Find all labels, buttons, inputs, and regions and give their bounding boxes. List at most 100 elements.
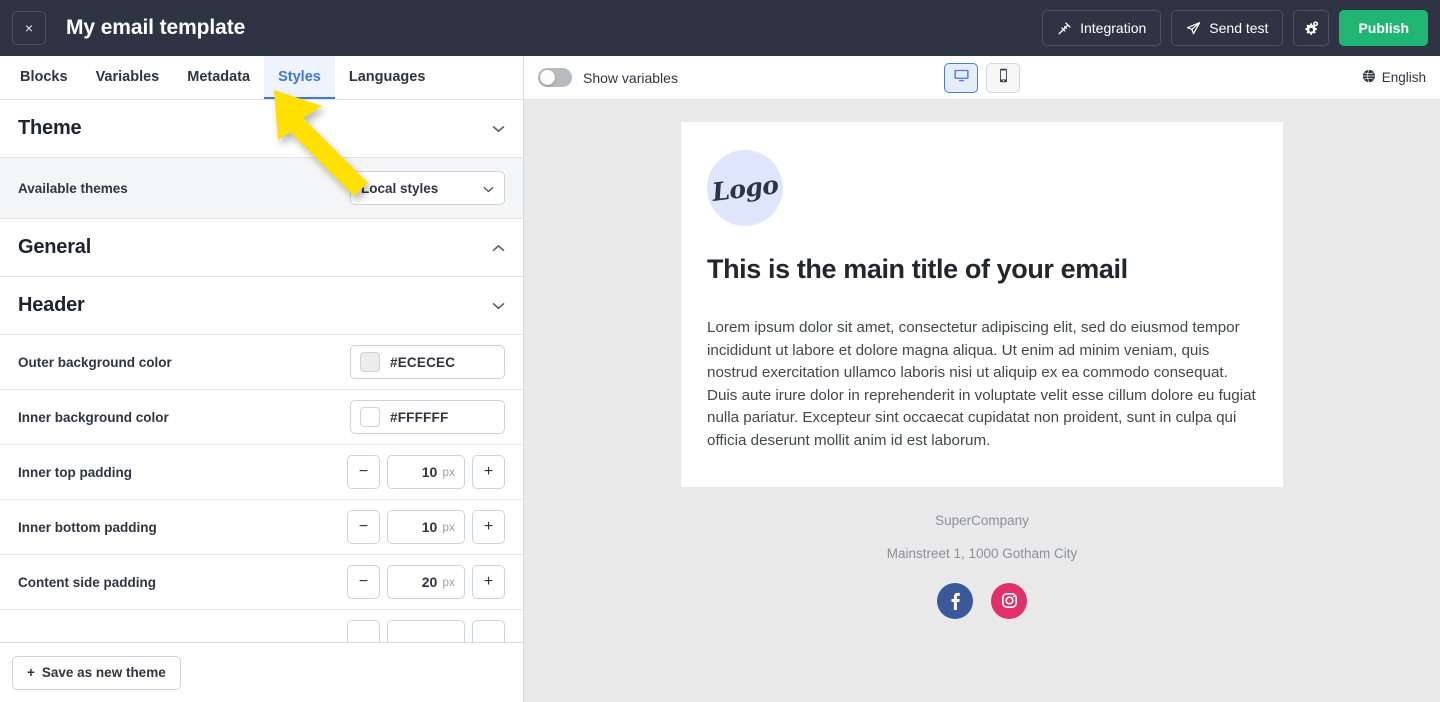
available-themes-row: Available themes Local styles — [0, 158, 523, 219]
tab-variables-label: Variables — [95, 68, 160, 85]
available-themes-select[interactable]: Local styles — [350, 171, 505, 205]
setting-row: Inner top padding − 10 px + — [0, 445, 523, 500]
available-themes-label: Available themes — [18, 180, 128, 196]
increment-button[interactable]: + — [472, 510, 505, 544]
email-preview: Logo This is the main title of your emai… — [681, 122, 1283, 702]
language-selector[interactable]: English — [1362, 69, 1426, 86]
show-variables-toggle[interactable]: Show variables — [538, 68, 678, 87]
color-swatch — [360, 407, 380, 427]
chevron-down-icon — [483, 181, 494, 196]
color-picker-outer-background[interactable]: #ECECEC — [350, 345, 505, 379]
tab-metadata-label: Metadata — [187, 68, 251, 85]
decrement-button[interactable]: − — [347, 510, 380, 544]
setting-row: Inner bottom padding − 10 px + — [0, 500, 523, 555]
setting-row: Content side padding − 20 px + — [0, 555, 523, 610]
color-swatch — [360, 352, 380, 372]
number-unit: px — [442, 520, 455, 534]
tab-metadata[interactable]: Metadata — [173, 56, 264, 99]
panel-tabs: Blocks Variables Metadata Styles Languag… — [0, 56, 523, 100]
color-picker-inner-background[interactable]: #FFFFFF — [350, 400, 505, 434]
email-body: Lorem ipsum dolor sit amet, consectetur … — [707, 319, 1256, 449]
increment-button[interactable]: + — [472, 565, 505, 599]
device-desktop-button[interactable] — [944, 62, 978, 93]
increment-button[interactable]: + — [472, 455, 505, 489]
decrement-button[interactable] — [347, 620, 380, 642]
tab-variables[interactable]: Variables — [82, 56, 174, 99]
toggle-switch[interactable] — [538, 68, 572, 87]
close-button[interactable]: × — [12, 11, 46, 45]
section-title-theme: Theme — [18, 117, 82, 139]
device-mobile-button[interactable] — [986, 62, 1020, 93]
setting-label: Inner bottom padding — [18, 519, 157, 535]
available-themes-value: Local styles — [361, 180, 439, 196]
save-as-new-theme-button[interactable]: + Save as new theme — [12, 655, 181, 690]
mobile-icon — [995, 67, 1012, 89]
gears-icon — [1303, 20, 1320, 37]
close-icon: × — [24, 20, 34, 36]
panel-footer: + Save as new theme — [0, 642, 523, 702]
email-logo: Logo — [707, 150, 783, 226]
stepper-inner-bottom-padding: − 10 px + — [347, 510, 505, 544]
tab-languages[interactable]: Languages — [335, 56, 440, 99]
preview-canvas[interactable]: Logo This is the main title of your emai… — [524, 100, 1440, 702]
setting-label: Outer background color — [18, 354, 172, 370]
number-input[interactable]: 10 px — [387, 455, 465, 489]
section-header-theme[interactable]: Theme — [0, 100, 523, 158]
setting-label: Inner background color — [18, 409, 169, 425]
save-as-new-theme-label: Save as new theme — [41, 665, 166, 680]
stepper-inner-top-padding: − 10 px + — [347, 455, 505, 489]
integration-label: Integration — [1080, 20, 1147, 36]
tab-styles[interactable]: Styles — [264, 56, 335, 99]
social-links — [681, 582, 1283, 619]
section-header-general[interactable]: General — [0, 219, 523, 277]
page-title: My email template — [66, 16, 246, 39]
facebook-icon[interactable] — [937, 582, 973, 619]
number-input[interactable]: 20 px — [387, 565, 465, 599]
styles-scroll-area[interactable]: Theme Available themes Local styles Gene… — [0, 100, 523, 642]
send-test-button[interactable]: Send test — [1171, 10, 1284, 46]
number-value: 20 — [421, 574, 438, 590]
integration-button[interactable]: Integration — [1042, 10, 1162, 46]
main-shell: Blocks Variables Metadata Styles Languag… — [0, 56, 1440, 702]
language-label: English — [1381, 70, 1426, 85]
device-switch — [944, 62, 1020, 93]
number-value: 10 — [421, 464, 438, 480]
show-variables-label: Show variables — [583, 69, 678, 86]
email-footer: SuperCompany Mainstreet 1, 1000 Gotham C… — [681, 487, 1283, 619]
paper-plane-icon — [1186, 21, 1201, 36]
decrement-button[interactable]: − — [347, 565, 380, 599]
setting-row: Inner background color #FFFFFF — [0, 390, 523, 445]
setting-row: Outer background color #ECECEC — [0, 335, 523, 390]
publish-label: Publish — [1358, 20, 1409, 36]
section-header-header[interactable]: Header — [0, 277, 523, 335]
decrement-button[interactable]: − — [347, 455, 380, 489]
desktop-icon — [953, 67, 970, 89]
tab-styles-label: Styles — [278, 68, 321, 85]
topbar-actions: Integration Send test Publish — [1042, 10, 1428, 46]
chevron-up-icon — [492, 241, 505, 254]
stepper-content-side-padding: − 20 px + — [347, 565, 505, 599]
preview-toolbar: Show variables English — [524, 56, 1440, 100]
number-unit: px — [442, 465, 455, 479]
email-card: Logo This is the main title of your emai… — [681, 122, 1283, 487]
publish-button[interactable]: Publish — [1339, 10, 1428, 46]
plus-icon: + — [27, 665, 35, 680]
styles-panel: Blocks Variables Metadata Styles Languag… — [0, 56, 524, 702]
number-value: 10 — [421, 519, 438, 535]
color-value: #FFFFFF — [390, 409, 449, 425]
top-bar: × My email template Integration Send tes… — [0, 0, 1440, 56]
tab-blocks[interactable]: Blocks — [6, 56, 82, 99]
globe-icon — [1362, 69, 1376, 86]
increment-button[interactable] — [472, 620, 505, 642]
section-title-general: General — [18, 236, 92, 258]
plug-icon — [1057, 21, 1072, 36]
email-title: This is the main title of your email — [707, 254, 1128, 284]
settings-button[interactable] — [1293, 10, 1330, 46]
number-unit: px — [442, 575, 455, 589]
number-input[interactable]: 10 px — [387, 510, 465, 544]
number-input[interactable] — [387, 620, 465, 642]
preview-panel: Show variables English Logo This is the … — [524, 56, 1440, 702]
instagram-icon[interactable] — [991, 582, 1027, 619]
setting-row-partial — [0, 610, 523, 642]
tab-blocks-label: Blocks — [20, 68, 68, 85]
